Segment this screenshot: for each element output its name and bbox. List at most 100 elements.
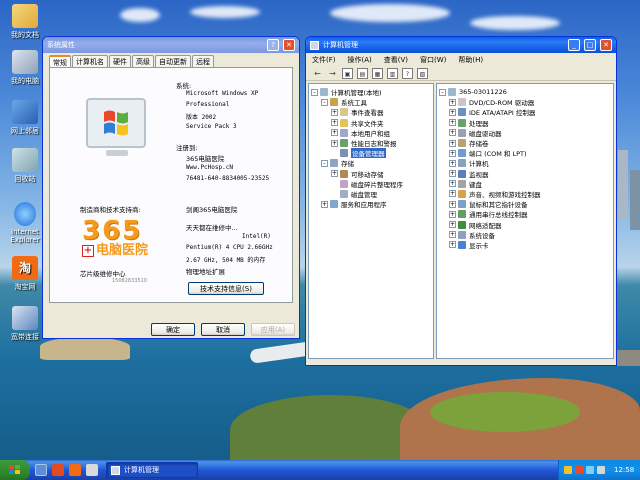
start-button[interactable] xyxy=(0,460,30,480)
title-bar[interactable]: 计算机管理 _ □ ✕ xyxy=(306,37,616,53)
tree-item[interactable]: + 服务和应用程序 xyxy=(311,199,431,209)
tree-item[interactable]: - 存储 xyxy=(311,158,431,168)
expand-toggle[interactable]: + xyxy=(449,170,456,178)
apply-button[interactable]: 应用(A) xyxy=(251,323,295,336)
close-button[interactable]: ✕ xyxy=(283,39,295,51)
expand-toggle[interactable]: + xyxy=(449,119,456,127)
collapse-toggle[interactable]: - xyxy=(439,88,446,96)
expand-toggle[interactable]: + xyxy=(449,180,456,188)
view-icon[interactable]: ▧ xyxy=(417,67,428,79)
title-bar[interactable]: 系统属性 ? ✕ xyxy=(43,37,299,53)
device-category[interactable]: + 系统设备 xyxy=(439,230,611,240)
clock[interactable]: 12:58 xyxy=(614,466,634,474)
tree-item-label: 设备管理器 xyxy=(351,148,386,159)
expand-toggle[interactable]: + xyxy=(449,98,456,106)
maker-line: Intel(R) xyxy=(242,233,271,240)
expand-toggle[interactable]: + xyxy=(449,159,456,167)
device-category[interactable]: + IDE ATA/ATAPI 控制器 xyxy=(439,107,611,117)
device-category[interactable]: + 键盘 xyxy=(439,179,611,189)
taobao-quick-icon[interactable] xyxy=(69,464,81,476)
tree-item-icon xyxy=(340,118,348,127)
device-category[interactable]: + 计算机 xyxy=(439,158,611,168)
tree-item[interactable]: 磁盘管理 xyxy=(311,189,431,199)
tray-icon[interactable] xyxy=(575,466,583,474)
taskbar-button-computer-management[interactable]: 计算机管理 xyxy=(106,462,198,478)
expand-toggle[interactable]: + xyxy=(331,108,338,116)
quick-launch-icon[interactable] xyxy=(52,464,64,476)
minimize-button[interactable]: _ xyxy=(568,39,580,51)
print-icon[interactable]: ▥ xyxy=(387,67,398,79)
tree-item[interactable]: + 事件查看器 xyxy=(311,107,431,117)
help-button[interactable]: ? xyxy=(267,39,279,51)
collapse-toggle[interactable]: - xyxy=(321,159,328,167)
expand-toggle[interactable]: + xyxy=(331,139,338,147)
up-folder-icon[interactable]: ▣ xyxy=(342,67,353,79)
expand-toggle[interactable]: + xyxy=(331,119,338,127)
tree-item[interactable]: + 本地用户和组 xyxy=(311,128,431,138)
expand-toggle[interactable]: + xyxy=(331,129,338,137)
network-tray-icon[interactable] xyxy=(586,466,594,474)
show-tree-icon[interactable]: ▤ xyxy=(357,67,368,79)
tree-item-icon xyxy=(340,139,348,148)
tree-item[interactable]: + 共享文件夹 xyxy=(311,118,431,128)
menu-action[interactable]: 操作(A) xyxy=(348,55,372,64)
expand-toggle[interactable]: + xyxy=(449,129,456,137)
device-category[interactable]: + 处理器 xyxy=(439,118,611,128)
ok-button[interactable]: 确定 xyxy=(151,323,195,336)
device-category[interactable]: + 监视器 xyxy=(439,169,611,179)
properties-icon[interactable]: ▦ xyxy=(372,67,383,79)
tree-item[interactable]: + 性能日志和警报 xyxy=(311,138,431,148)
cloud xyxy=(470,16,560,30)
device-category[interactable]: + 磁盘驱动器 xyxy=(439,128,611,138)
desktop-icon-my-documents[interactable]: 我的文档 xyxy=(2,4,48,40)
device-category[interactable]: + DVD/CD-ROM 驱动器 xyxy=(439,97,611,107)
expand-toggle[interactable]: + xyxy=(449,210,456,218)
menu-help[interactable]: 帮助(H) xyxy=(458,55,483,64)
tree-item[interactable]: 磁盘碎片整理程序 xyxy=(311,179,431,189)
expand-toggle[interactable]: + xyxy=(449,108,456,116)
device-category[interactable]: + 声音、视频和游戏控制器 xyxy=(439,189,611,199)
menu-view[interactable]: 查看(V) xyxy=(384,55,408,64)
tree-item[interactable]: - 系统工具 xyxy=(311,97,431,107)
device-category[interactable]: + 存储卷 xyxy=(439,138,611,148)
device-category-label: DVD/CD-ROM 驱动器 xyxy=(469,99,535,108)
back-arrow-icon[interactable]: ← xyxy=(312,68,323,79)
expand-toggle[interactable]: + xyxy=(331,170,338,178)
cancel-button[interactable]: 取消 xyxy=(201,323,245,336)
expand-toggle[interactable]: + xyxy=(449,149,456,157)
recycle-bin-icon xyxy=(12,148,38,172)
expand-toggle[interactable]: + xyxy=(449,190,456,198)
expand-toggle[interactable]: + xyxy=(321,200,328,208)
forward-arrow-icon[interactable]: → xyxy=(327,68,338,79)
close-button[interactable]: ✕ xyxy=(600,39,612,51)
device-category[interactable]: + 网络适配器 xyxy=(439,219,611,230)
tree-item[interactable]: 设备管理器 xyxy=(311,148,431,159)
expand-toggle[interactable]: + xyxy=(449,139,456,147)
logo-phone: 15082833510 xyxy=(112,278,147,284)
support-info-button[interactable]: 技术支持信息(S) xyxy=(188,282,264,295)
expand-toggle[interactable]: + xyxy=(449,200,456,208)
expand-toggle[interactable]: + xyxy=(449,221,456,229)
device-list-pane: - 365-03011226 + DVD/CD-ROM 驱动器 + IDE ATA/A… xyxy=(436,83,614,359)
device-category[interactable]: + 显示卡 xyxy=(439,240,611,250)
device-category-label: 显示卡 xyxy=(469,241,489,250)
collapse-toggle[interactable]: - xyxy=(311,88,318,96)
collapse-toggle[interactable]: - xyxy=(321,98,328,106)
tree-item[interactable]: + 可移动存储 xyxy=(311,169,431,179)
show-desktop-icon[interactable] xyxy=(35,464,47,476)
menu-file[interactable]: 文件(F) xyxy=(312,55,336,64)
device-root[interactable]: - 365-03011226 xyxy=(439,87,611,97)
tray-icon[interactable] xyxy=(564,466,572,474)
device-category[interactable]: + 通用串行总线控制器 xyxy=(439,209,611,219)
help-icon[interactable]: ? xyxy=(402,67,413,79)
menu-window[interactable]: 窗口(W) xyxy=(420,55,446,64)
maximize-button[interactable]: □ xyxy=(584,39,596,51)
expand-toggle[interactable]: + xyxy=(449,231,456,239)
device-category[interactable]: + 鼠标和其它指针设备 xyxy=(439,199,611,209)
volume-icon[interactable] xyxy=(597,466,605,474)
quick-launch-icon[interactable] xyxy=(86,464,98,476)
expand-toggle[interactable]: + xyxy=(449,241,456,249)
tree-item[interactable]: - 计算机管理(本地) xyxy=(311,87,431,97)
logo-main-text: 365 xyxy=(82,216,143,246)
device-category[interactable]: + 端口 (COM 和 LPT) xyxy=(439,148,611,158)
